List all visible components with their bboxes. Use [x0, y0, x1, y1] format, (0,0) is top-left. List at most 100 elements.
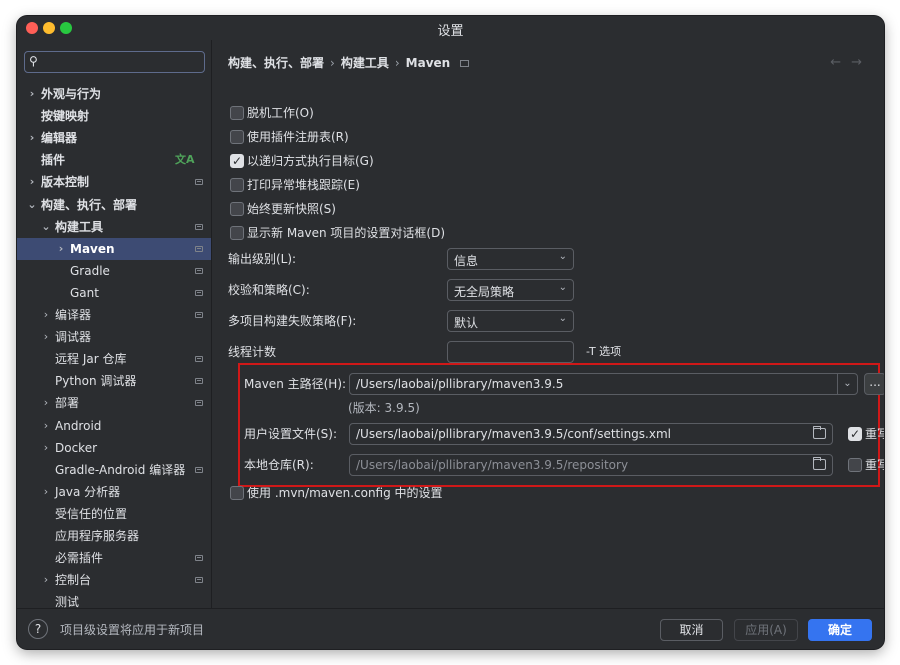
override-user-settings-checkbox[interactable] — [848, 425, 862, 443]
sidebar-item-19[interactable]: 受信任的位置 — [17, 503, 211, 525]
use-mvn-config-label: 使用 .mvn/maven.config 中的设置 — [247, 486, 443, 500]
dialog-footer: ? 项目级设置将应用于新项目 取消 应用(A) 确定 — [17, 608, 884, 649]
sidebar-item-label: 编译器 — [55, 308, 92, 322]
override-label: 重写 — [865, 458, 884, 472]
chevron-right-icon[interactable]: › — [41, 304, 51, 326]
local-repo-label: 本地仓库(R): — [244, 458, 314, 472]
sidebar-item-0[interactable]: › 外观与行为 — [17, 83, 211, 105]
cancel-button[interactable]: 取消 — [660, 619, 723, 641]
sidebar-item-label: 插件 — [41, 153, 66, 168]
recursive-label: 以递归方式执行目标(G) — [247, 154, 374, 168]
sidebar-item-7[interactable]: › Maven — [17, 237, 211, 260]
sidebar-item-label: Gradle-Android 编译器 — [55, 462, 186, 477]
folder-icon[interactable] — [813, 426, 826, 439]
chevron-right-icon[interactable]: › — [41, 437, 51, 459]
override-local-repo-checkbox[interactable] — [848, 458, 862, 472]
checksum-label: 校验和策略(C): — [228, 283, 310, 297]
maven-home-combobox[interactable]: /Users/laobai/pllibrary/maven3.9.5 ⌄ — [349, 373, 858, 395]
show-dialog-label: 显示新 Maven 项目的设置对话框(D) — [247, 226, 446, 240]
offline-label: 脱机工作(O) — [247, 106, 314, 120]
sidebar-item-4[interactable]: › 版本控制 — [17, 171, 211, 193]
user-settings-input[interactable]: /Users/laobai/pllibrary/maven3.9.5/conf/… — [349, 423, 833, 445]
sidebar-item-18[interactable]: › Java 分析器 — [17, 481, 211, 503]
recursive-checkbox[interactable] — [230, 152, 244, 170]
sidebar-item-5[interactable]: ⌄ 构建、执行、部署 — [17, 194, 211, 216]
checksum-dropdown[interactable]: 无全局策略 ⌄ — [447, 279, 574, 301]
project-scope-icon — [195, 378, 203, 385]
sidebar-item-22[interactable]: › 控制台 — [17, 569, 211, 591]
breadcrumb-current: Maven — [405, 56, 451, 70]
offline-checkbox[interactable] — [230, 106, 244, 120]
sidebar-item-label: 构建、执行、部署 — [41, 197, 138, 212]
breadcrumb-item[interactable]: 构建、执行、部署 — [228, 56, 324, 70]
settings-search-input[interactable]: ⚲ — [24, 51, 205, 73]
sidebar-item-12[interactable]: 远程 Jar 仓库 — [17, 348, 211, 370]
output-level-label: 输出级别(L): — [228, 252, 297, 266]
project-scope-icon — [195, 466, 203, 473]
failure-policy-value: 默认 — [454, 316, 479, 330]
chevron-right-icon[interactable]: › — [41, 326, 51, 348]
sidebar-item-14[interactable]: › 部署 — [17, 392, 211, 414]
sidebar-item-20[interactable]: 应用程序服务器 — [17, 525, 211, 547]
output-level-value: 信息 — [454, 254, 479, 268]
sidebar-item-17[interactable]: Gradle-Android 编译器 — [17, 459, 211, 481]
chevron-down-icon: ⌄ — [558, 313, 567, 324]
chevron-right-icon[interactable]: › — [41, 481, 51, 503]
folder-icon[interactable] — [813, 457, 826, 470]
chevron-right-icon[interactable]: › — [41, 415, 51, 437]
chevron-down-icon[interactable]: ⌄ — [837, 374, 857, 394]
sidebar-item-9[interactable]: Gant — [17, 282, 211, 304]
sidebar-item-label: Java 分析器 — [55, 484, 121, 499]
project-scope-icon — [195, 577, 203, 584]
sidebar-item-8[interactable]: Gradle — [17, 260, 211, 282]
ok-button[interactable]: 确定 — [808, 619, 872, 641]
sidebar-item-3[interactable]: 插件 文A — [17, 149, 211, 171]
override-label: 重写 — [865, 427, 884, 441]
sidebar-item-2[interactable]: › 编辑器 — [17, 127, 211, 149]
history-navigation: ←→ — [830, 55, 872, 70]
breadcrumb-separator: › — [394, 56, 400, 70]
breadcrumb-item[interactable]: 构建工具 — [341, 56, 389, 70]
chevron-right-icon[interactable]: › — [56, 238, 66, 260]
chevron-right-icon[interactable]: › — [27, 171, 37, 193]
chevron-down-icon[interactable]: ⌄ — [41, 216, 51, 238]
show-dialog-checkbox[interactable] — [230, 226, 244, 240]
search-icon: ⚲ — [29, 54, 38, 68]
sidebar-item-6[interactable]: ⌄ 构建工具 — [17, 216, 211, 238]
local-repo-input[interactable]: /Users/laobai/pllibrary/maven3.9.5/repos… — [349, 454, 833, 476]
sidebar-item-label: Docker — [55, 440, 98, 455]
chevron-right-icon[interactable]: › — [27, 127, 37, 149]
forward-arrow-icon[interactable]: → — [851, 55, 872, 70]
sidebar-item-label: Python 调试器 — [55, 374, 137, 389]
chevron-down-icon[interactable]: ⌄ — [27, 194, 37, 216]
print-stack-label: 打印异常堆栈跟踪(E) — [247, 178, 360, 192]
always-update-checkbox[interactable] — [230, 202, 244, 216]
maven-home-value: /Users/laobai/pllibrary/maven3.9.5 — [356, 377, 564, 391]
chevron-down-icon: ⌄ — [558, 251, 567, 262]
sidebar-item-1[interactable]: 按键映射 — [17, 105, 211, 127]
sidebar-item-label: 按键映射 — [41, 109, 90, 124]
project-scope-icon — [195, 289, 203, 296]
breadcrumb-separator: › — [330, 56, 335, 70]
sidebar-item-11[interactable]: › 调试器 — [17, 326, 211, 348]
sidebar-item-21[interactable]: 必需插件 — [17, 547, 211, 569]
sidebar-item-15[interactable]: › Android — [17, 415, 211, 437]
sidebar-item-13[interactable]: Python 调试器 — [17, 370, 211, 392]
browse-maven-home-button[interactable]: ... — [864, 373, 884, 395]
sidebar-item-16[interactable]: › Docker — [17, 437, 211, 459]
failure-policy-dropdown[interactable]: 默认 ⌄ — [447, 310, 574, 332]
chevron-right-icon[interactable]: › — [27, 83, 37, 105]
chevron-right-icon[interactable]: › — [41, 392, 51, 414]
chevron-right-icon[interactable]: › — [41, 569, 51, 591]
thread-count-input[interactable] — [447, 341, 574, 363]
print-stack-checkbox[interactable] — [230, 178, 244, 192]
apply-button[interactable]: 应用(A) — [734, 619, 798, 641]
sidebar-item-10[interactable]: › 编译器 — [17, 304, 211, 326]
settings-window: 设置 ⚲ › 外观与行为 按键映射 › 编辑器 插件 文A › 版本控制 ⌄ 构建、执行、部署 ⌄ 构建… — [17, 16, 884, 649]
plugin-registry-checkbox[interactable] — [230, 130, 244, 144]
output-level-dropdown[interactable]: 信息 ⌄ — [447, 248, 574, 270]
help-icon[interactable]: ? — [28, 619, 48, 639]
maven-version-label: (版本: 3.9.5) — [348, 401, 420, 415]
use-mvn-config-checkbox[interactable] — [230, 486, 244, 500]
back-arrow-icon[interactable]: ← — [830, 55, 851, 70]
